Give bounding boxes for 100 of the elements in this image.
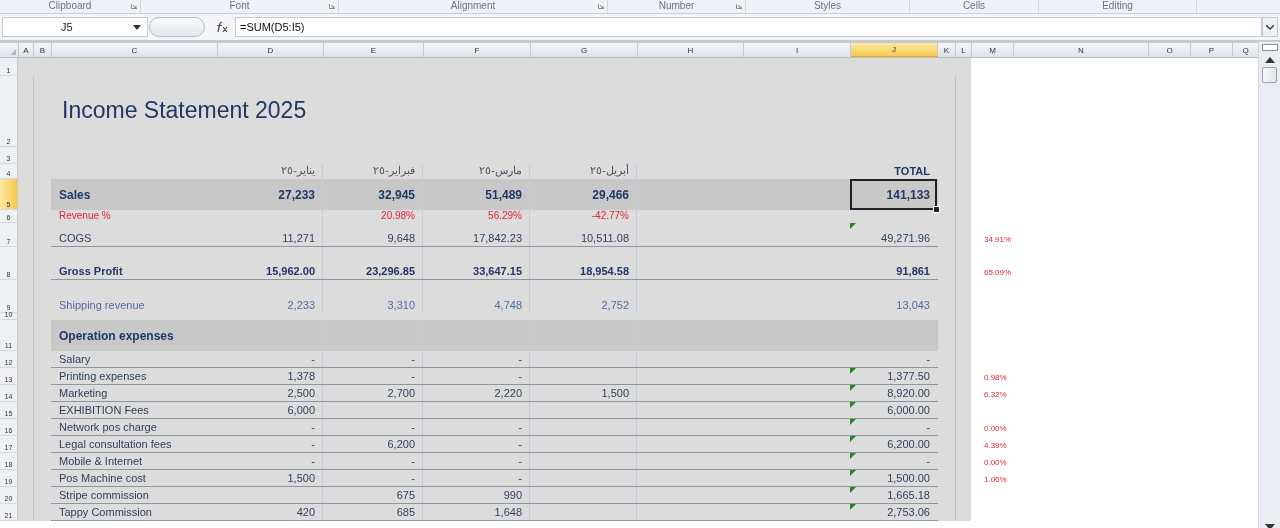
number-cell: - (323, 470, 423, 486)
number-cell: 1,500 (530, 385, 637, 401)
row-label: Network pos charge (58, 420, 158, 435)
row-label: Printing expenses (58, 369, 148, 384)
name-box[interactable]: J5 (2, 17, 148, 37)
number-cell: - (217, 351, 323, 367)
row-label: Pos Machine cost (58, 471, 147, 486)
selected-cell[interactable]: 141,133 (850, 179, 937, 210)
down-arrow-icon[interactable] (1264, 524, 1275, 528)
number-cell: - (323, 368, 423, 384)
share-cell-text: 6.32% (983, 389, 1008, 401)
number-cell: 1,377.50 (850, 368, 937, 384)
number-cell: 1,665.18 (850, 487, 937, 503)
row-label: Legal consultation fees (58, 437, 173, 452)
split-box[interactable] (1261, 44, 1278, 51)
ribbon-group-label: Styles (812, 0, 843, 12)
percent-cell: 20.98% (323, 210, 423, 223)
column-header[interactable]: B (34, 43, 52, 57)
number-cell: 8,920.00 (850, 385, 937, 401)
number-cell: 10,511.08 (530, 223, 637, 246)
number-cell: 1,378 (217, 368, 323, 384)
column-header[interactable]: G (531, 43, 638, 57)
column-header[interactable]: F (424, 43, 531, 57)
row-label: Revenue % (58, 210, 112, 223)
number-cell-text: 91,861 (895, 264, 931, 279)
number-cell: 1,648 (423, 504, 530, 520)
number-cell: 2,220 (423, 385, 530, 401)
number-cell: - (323, 453, 423, 469)
number-cell: 33,647.15 (423, 247, 530, 279)
column-header[interactable]: L (956, 43, 972, 57)
column-header[interactable]: N (1014, 43, 1149, 57)
number-cell: 2,233 (217, 280, 323, 313)
number-cell: 6,000 (217, 402, 323, 418)
share-cell-text: 65.09% (983, 267, 1013, 279)
number-cell: 23,296.85 (323, 247, 423, 279)
share-cell-text: 0.00% (983, 423, 1008, 435)
number-cell: - (423, 368, 530, 384)
number-cell: 11,271 (217, 223, 323, 246)
dialog-launcher-icon[interactable] (131, 4, 137, 9)
dialog-launcher-icon[interactable] (598, 4, 604, 9)
number-cell: - (423, 470, 530, 486)
formula-bar-grip[interactable] (149, 17, 205, 37)
number-cell: 675 (323, 487, 423, 503)
scroll-thumb[interactable] (1262, 67, 1277, 83)
up-arrow-icon[interactable] (1264, 57, 1275, 63)
function-icon[interactable] (215, 21, 229, 33)
column-header[interactable]: O (1149, 43, 1191, 57)
ribbon-group-label: Editing (1101, 0, 1134, 12)
number-cell: 15,962.00 (217, 247, 323, 279)
number-cell: - (423, 419, 530, 435)
number-cell: 2,700 (323, 385, 423, 401)
share-cell-text: 1.06% (983, 474, 1008, 486)
row-label: Sales (58, 186, 92, 204)
column-header[interactable]: J (851, 43, 938, 57)
number-cell: - (217, 453, 323, 469)
column-header[interactable]: P (1191, 43, 1233, 57)
column-header[interactable]: K (938, 43, 956, 57)
row-label: EXHIBITION Fees (58, 403, 150, 418)
percent-cell: 56.29% (423, 210, 530, 223)
column-header[interactable]: A (19, 43, 34, 57)
number-cell: - (217, 436, 323, 452)
number-cell: 990 (423, 487, 530, 503)
row-label: COGS (58, 231, 93, 246)
formula-field[interactable]: =SUM(D5:I5) (235, 17, 1262, 37)
number-cell: 6,200.00 (850, 436, 937, 452)
row-label: Mobile & Internet (58, 454, 144, 469)
fill-handle[interactable] (933, 206, 940, 213)
caret-icon[interactable] (133, 25, 141, 30)
number-cell: 4,748 (423, 280, 530, 313)
vertical-scrollbar[interactable] (1258, 42, 1280, 528)
number-cell: 6,200 (323, 436, 423, 452)
share-cell-text: 34.91% (983, 234, 1013, 246)
number-cell: 685 (323, 504, 423, 520)
row-label: Salary (58, 352, 92, 367)
row-label: Gross Profit (58, 264, 124, 279)
column-header[interactable]: H (638, 43, 744, 57)
number-cell: 2,500 (217, 385, 323, 401)
column-header[interactable]: C (52, 43, 218, 57)
number-cell: - (217, 419, 323, 435)
number-cell: 3,310 (323, 280, 423, 313)
number-cell: 1,500.00 (850, 470, 937, 486)
column-header[interactable]: M (972, 43, 1014, 57)
number-cell: - (423, 436, 530, 452)
number-cell: 17,842.23 (423, 223, 530, 246)
number-cell: 49,271.96 (850, 223, 937, 246)
column-header[interactable]: D (218, 43, 324, 57)
number-cell: - (323, 351, 423, 367)
number-cell: - (850, 453, 937, 469)
number-cell: 2,752 (530, 280, 637, 313)
number-cell: 27,233 (217, 179, 323, 210)
number-cell: 9,648 (323, 223, 423, 246)
row-label: Shipping revenue (58, 298, 146, 313)
dialog-launcher-icon[interactable] (329, 4, 335, 9)
dialog-launcher-icon[interactable] (736, 4, 742, 9)
column-header[interactable]: E (324, 43, 424, 57)
share-cell-text: 0.00% (983, 457, 1008, 469)
caret-icon[interactable] (1266, 24, 1274, 30)
number-cell-text: - (925, 352, 931, 367)
expand-button[interactable] (1262, 17, 1278, 37)
ribbon-group-label: Cells (961, 0, 987, 12)
